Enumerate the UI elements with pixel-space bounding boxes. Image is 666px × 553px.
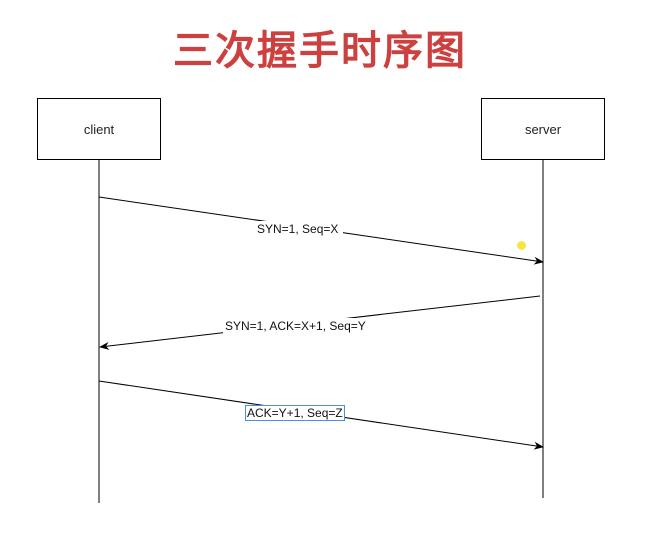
server-actor-label: server — [524, 121, 562, 137]
client-actor-box[interactable]: client — [37, 98, 161, 160]
message-label-syn-ack[interactable]: SYN=1, ACK=X+1, Seq=Y — [225, 319, 366, 333]
sequence-diagram-canvas: SYN=1, Seq=X SYN=1, ACK=X+1, Seq=Y ACK=Y… — [98, 160, 544, 503]
cursor-highlight-dot — [517, 241, 526, 250]
server-actor-box[interactable]: server — [481, 98, 605, 160]
label-selection-box — [245, 405, 345, 421]
message-label-syn[interactable]: SYN=1, Seq=X — [257, 222, 338, 236]
client-actor-label: client — [83, 121, 115, 137]
